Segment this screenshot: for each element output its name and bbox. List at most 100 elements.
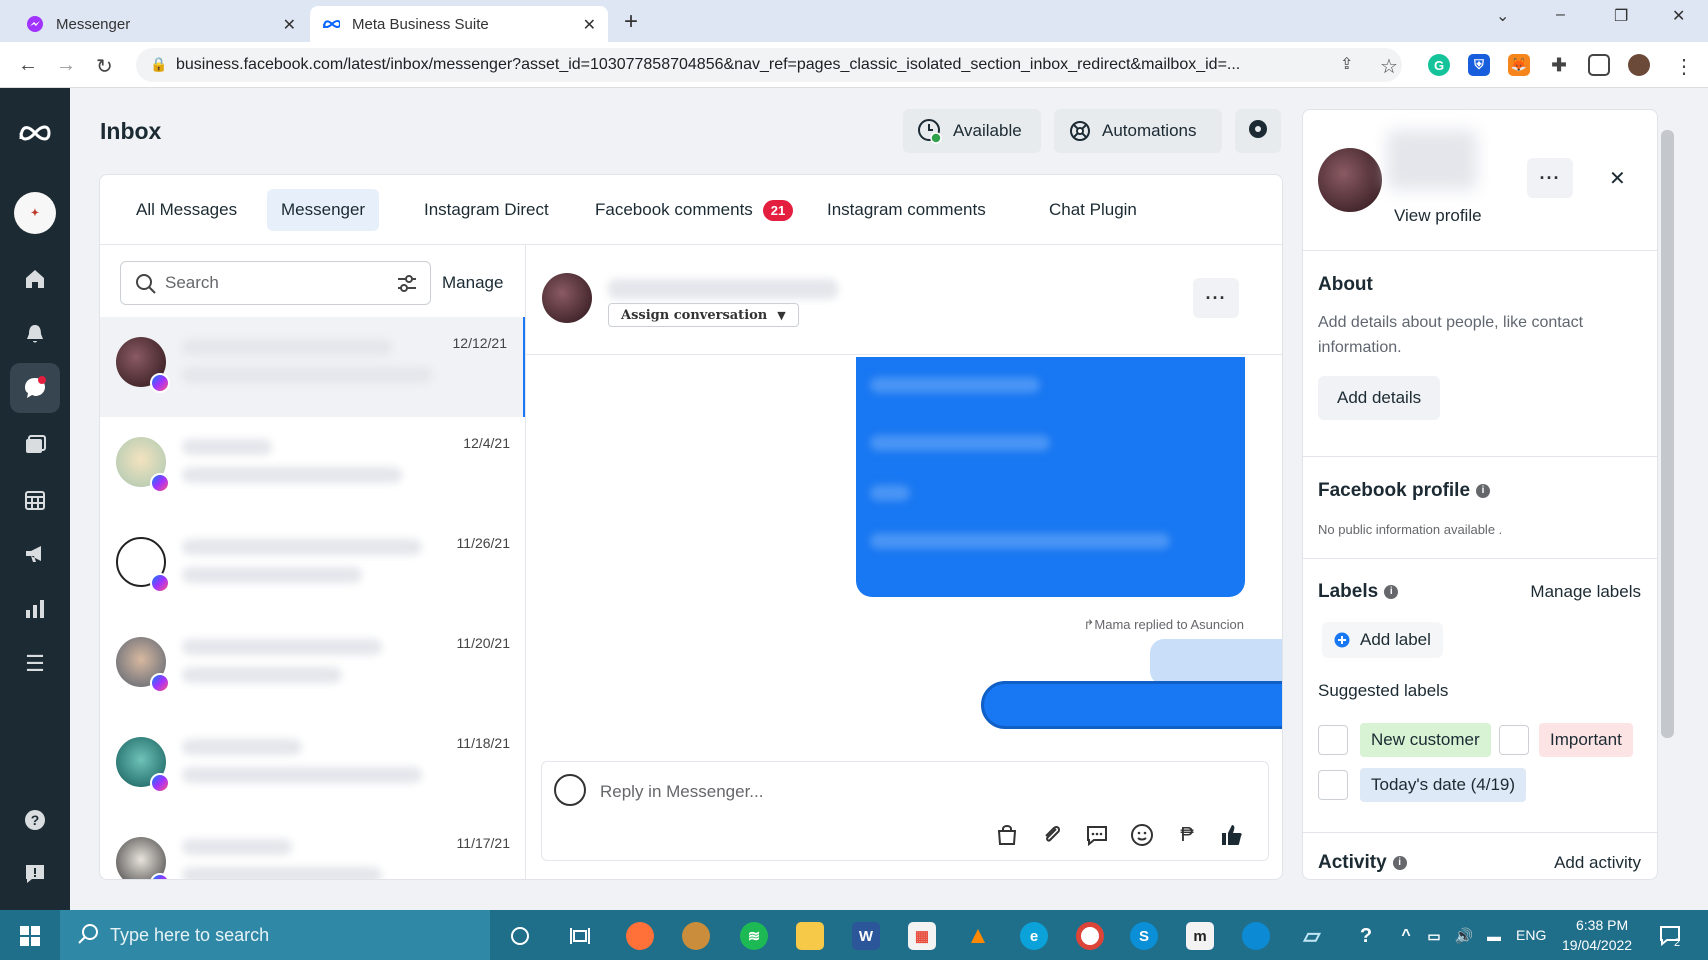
payment-peso-icon[interactable]: ₱ [1174, 822, 1200, 848]
share-icon[interactable]: ⇪ [1340, 54, 1353, 74]
reply-composer[interactable]: Reply in Messenger... ₱ [541, 761, 1269, 861]
info-icon[interactable]: i [1384, 584, 1399, 599]
tab-search-chevron-icon[interactable]: ⌄ [1496, 6, 1509, 26]
extensions-puzzle-icon[interactable]: ✚ [1548, 54, 1570, 76]
ads-megaphone-icon[interactable] [20, 539, 50, 569]
conversation-more-options-button[interactable]: ··· [1193, 278, 1239, 318]
automations-button[interactable]: Automations [1054, 109, 1222, 153]
conversation-item[interactable]: 11/20/21 [100, 617, 525, 717]
close-panel-icon[interactable]: ✕ [1609, 166, 1626, 191]
tab-chat-plugin[interactable]: Chat Plugin [1035, 189, 1151, 231]
tab-instagram-direct[interactable]: Instagram Direct [410, 189, 563, 231]
help-icon[interactable]: ? [20, 805, 50, 835]
spotify-icon[interactable]: ≋ [740, 922, 768, 950]
volume-icon[interactable]: 🔊 [1450, 922, 1478, 950]
profile-avatar[interactable] [1628, 54, 1650, 76]
back-icon[interactable]: ← [18, 54, 38, 77]
inbox-icon[interactable] [10, 363, 60, 413]
close-window-icon[interactable]: ✕ [1672, 6, 1685, 26]
firefox-icon[interactable] [626, 922, 654, 950]
info-icon[interactable]: i [1392, 855, 1407, 870]
label-checkbox[interactable] [1318, 770, 1348, 800]
label-new-customer[interactable]: New customer [1360, 723, 1491, 757]
profile-more-options-button[interactable]: ··· [1527, 158, 1573, 198]
planner-calendar-icon[interactable] [20, 485, 50, 515]
content-icon[interactable] [20, 430, 50, 460]
bookmark-star-icon[interactable]: ☆ [1380, 54, 1398, 79]
saved-replies-icon[interactable] [1084, 822, 1110, 848]
edge-legacy-icon[interactable]: e [1020, 922, 1048, 950]
minimize-icon[interactable]: – [1556, 6, 1565, 24]
task-view-icon[interactable] [566, 922, 594, 950]
conversation-item[interactable]: 11/18/21 [100, 717, 525, 817]
tab-facebook-comments[interactable]: Facebook comments 21 [581, 189, 807, 231]
cortana-icon[interactable] [506, 922, 534, 950]
sent-message-bubble[interactable] [856, 357, 1245, 597]
attachment-paperclip-icon[interactable] [1039, 822, 1065, 848]
conversation-item[interactable]: 11/26/21 [100, 517, 525, 617]
page-avatar[interactable]: ✦ [14, 192, 56, 234]
report-problem-icon[interactable] [20, 859, 50, 889]
edge-icon[interactable] [1242, 922, 1270, 950]
chrome-icon[interactable] [1076, 922, 1104, 950]
assign-conversation-dropdown[interactable]: Assign conversation ▼ [608, 303, 799, 327]
restore-icon[interactable]: ❐ [1614, 6, 1628, 26]
shop-bag-icon[interactable] [994, 822, 1020, 848]
browser-menu-icon[interactable]: ⋮ [1674, 54, 1694, 79]
info-icon[interactable]: i [1476, 483, 1491, 498]
clock-time[interactable]: 6:38 PM [1576, 917, 1628, 933]
address-bar[interactable]: 🔒 business.facebook.com/latest/inbox/mes… [136, 48, 1402, 82]
network-icon[interactable]: ▭ [1420, 922, 1448, 950]
tab-instagram-comments[interactable]: Instagram comments [813, 189, 1000, 231]
language-indicator[interactable]: ENG [1516, 927, 1546, 943]
meta-logo-icon[interactable] [18, 118, 52, 148]
tab-messenger[interactable]: Messenger [267, 189, 380, 231]
view-profile-link[interactable]: View profile [1394, 206, 1482, 226]
add-label-button[interactable]: Add label [1322, 622, 1443, 658]
vlc-icon[interactable]: ▲ [964, 922, 992, 950]
clock-date[interactable]: 19/04/2022 [1562, 937, 1632, 953]
reply-input[interactable]: Reply in Messenger... [600, 782, 763, 802]
help-icon[interactable]: ? [1352, 922, 1380, 950]
filter-sliders-icon[interactable] [396, 274, 418, 299]
home-icon[interactable] [20, 264, 50, 294]
label-todays-date[interactable]: Today's date (4/19) [1360, 768, 1527, 802]
conversation-item[interactable]: 12/4/21 [100, 417, 525, 517]
file-explorer-icon[interactable] [796, 922, 824, 950]
metamask-extension-icon[interactable]: 🦊 [1508, 54, 1530, 76]
emoji-icon[interactable] [1129, 822, 1155, 848]
close-tab-icon[interactable]: ✕ [283, 15, 296, 35]
label-checkbox[interactable] [1499, 725, 1529, 755]
availability-button[interactable]: Available [903, 109, 1041, 153]
new-tab-icon[interactable]: + [624, 8, 638, 36]
taskbar-search-input[interactable]: Type here to search [60, 910, 490, 960]
battery-icon[interactable]: ▬ [1480, 922, 1508, 950]
skype-icon[interactable]: S [1130, 922, 1158, 950]
all-tools-menu-icon[interactable]: ☰ [20, 649, 50, 679]
label-checkbox[interactable] [1318, 725, 1348, 755]
notepad-icon[interactable]: ▱ [1298, 922, 1326, 950]
settings-gear-button[interactable] [1235, 109, 1281, 153]
show-hidden-icons-chevron[interactable]: ^ [1392, 922, 1420, 950]
bitwarden-extension-icon[interactable]: ⛨ [1468, 54, 1490, 76]
forward-icon[interactable]: → [56, 54, 76, 77]
panel-scrollbar-thumb[interactable] [1661, 130, 1674, 738]
conversation-item[interactable]: 12/12/21 [100, 317, 525, 417]
manage-button[interactable]: Manage [442, 273, 503, 293]
windows-start-icon[interactable] [16, 922, 44, 950]
contact-avatar[interactable] [542, 273, 592, 323]
reply-message-bubble[interactable] [981, 681, 1282, 729]
manage-labels-link[interactable]: Manage labels [1530, 582, 1641, 602]
notifications-bell-icon[interactable] [20, 319, 50, 349]
close-tab-icon[interactable]: ✕ [583, 15, 596, 35]
reload-icon[interactable]: ↻ [96, 54, 113, 79]
insights-chart-icon[interactable] [20, 594, 50, 624]
word-icon[interactable]: W [852, 922, 880, 950]
grammarly-extension-icon[interactable]: G [1428, 54, 1450, 76]
app-icon[interactable] [682, 922, 710, 950]
add-details-button[interactable]: Add details [1318, 376, 1441, 420]
tab-all-messages[interactable]: All Messages [122, 189, 251, 231]
conversation-item[interactable]: 11/17/21 [100, 817, 525, 879]
browser-tab-meta-business-suite[interactable]: Meta Business Suite ✕ [310, 6, 608, 42]
search-input[interactable]: Search [120, 261, 431, 305]
